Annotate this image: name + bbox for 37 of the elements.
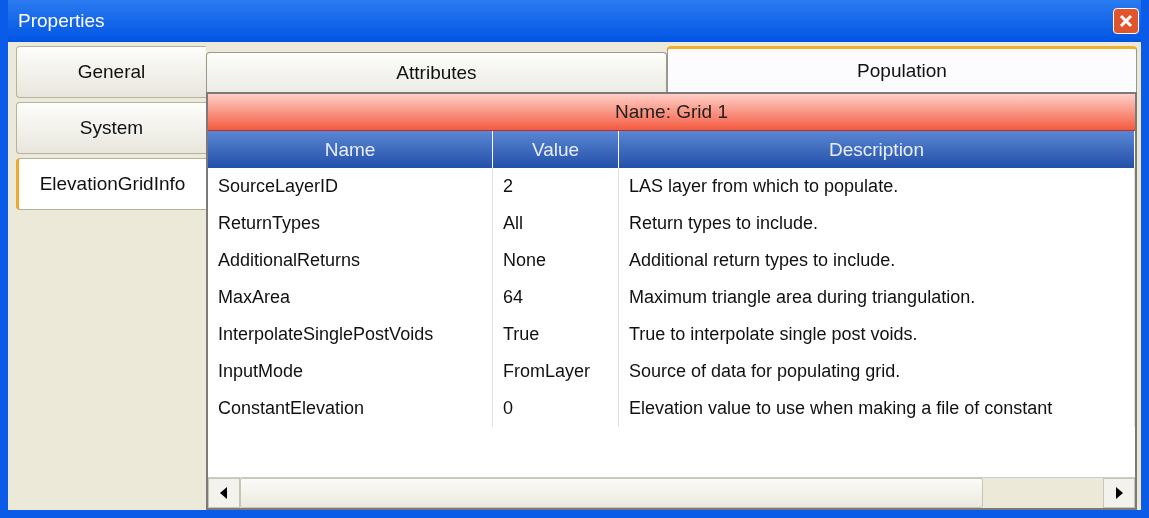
table-cell: LAS layer from which to populate. xyxy=(619,168,1135,205)
table-cell: 0 xyxy=(493,390,619,427)
scroll-right-icon[interactable] xyxy=(1103,478,1135,508)
window-title: Properties xyxy=(18,10,105,32)
scroll-left-icon[interactable] xyxy=(208,478,240,508)
side-tab[interactable]: ElevationGridInfo xyxy=(16,158,206,210)
table-cell: All xyxy=(493,205,619,242)
side-tab[interactable]: System xyxy=(16,102,206,154)
table-cell: ReturnTypes xyxy=(208,205,493,242)
scroll-thumb[interactable] xyxy=(240,478,983,508)
table-cell: SourceLayerID xyxy=(208,168,493,205)
table-cell: 64 xyxy=(493,279,619,316)
name-bar: Name: Grid 1 xyxy=(208,94,1135,131)
tab[interactable]: Population xyxy=(667,46,1137,92)
table-cell: True to interpolate single post voids. xyxy=(619,316,1135,353)
column-header[interactable]: Name xyxy=(208,131,493,168)
table-cell: InputMode xyxy=(208,353,493,390)
side-tab[interactable]: General xyxy=(16,46,206,98)
close-icon xyxy=(1119,14,1133,28)
table-cell: MaxArea xyxy=(208,279,493,316)
close-button[interactable] xyxy=(1113,8,1139,34)
table-cell: InterpolateSinglePostVoids xyxy=(208,316,493,353)
tab[interactable]: Attributes xyxy=(206,52,667,92)
column-header[interactable]: Value xyxy=(493,131,619,168)
table-cell: True xyxy=(493,316,619,353)
table-cell: Maximum triangle area during triangulation. xyxy=(619,279,1135,316)
table-cell: ConstantElevation xyxy=(208,390,493,427)
table-cell: Return types to include. xyxy=(619,205,1135,242)
table-cell: Additional return types to include. xyxy=(619,242,1135,279)
table-cell: None xyxy=(493,242,619,279)
table-cell: 2 xyxy=(493,168,619,205)
column-header[interactable]: Description xyxy=(619,131,1135,168)
table-cell: FromLayer xyxy=(493,353,619,390)
table-cell: Elevation value to use when making a file of constant xyxy=(619,390,1135,427)
table-cell: Source of data for populating grid. xyxy=(619,353,1135,390)
horizontal-scrollbar[interactable] xyxy=(208,477,1135,508)
table-cell: AdditionalReturns xyxy=(208,242,493,279)
